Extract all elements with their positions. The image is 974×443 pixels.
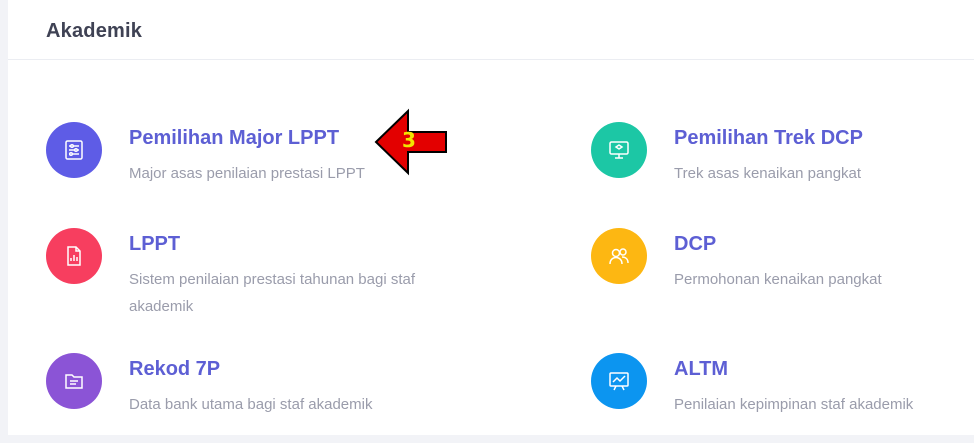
card-header: Akademik [8, 0, 974, 60]
menu-item-description: Permohonan kenaikan pangkat [674, 271, 882, 288]
menu-item-title[interactable]: Pemilihan Trek DCP [674, 127, 863, 150]
menu-item-dcp[interactable]: DCP Permohonan kenaikan pangkat [591, 228, 974, 318]
menu-item-lppt[interactable]: LPPT Sistem penilaian prestasi tahunan b… [46, 228, 486, 318]
menu-item-rekod-7p[interactable]: Rekod 7P Data bank utama bagi staf akade… [46, 353, 486, 443]
annotation-label: 3 [402, 128, 416, 152]
menu-item-description: Penilaian kepimpinan staf akademik [674, 396, 914, 413]
akademik-card: Akademik Pemilihan Major LPPT Major asas… [8, 0, 974, 435]
menu-item-title[interactable]: ALTM [674, 358, 728, 381]
monitor-icon [591, 122, 647, 178]
document-chart-icon [46, 228, 102, 284]
chart-board-icon [591, 353, 647, 409]
menu-item-title[interactable]: LPPT [129, 233, 180, 256]
menu-item-title[interactable]: Pemilihan Major LPPT [129, 127, 339, 150]
folder-icon [46, 353, 102, 409]
menu-item-pemilihan-trek-dcp[interactable]: Pemilihan Trek DCP Trek asas kenaikan pa… [591, 122, 974, 212]
section-title: Akademik [46, 20, 143, 42]
menu-item-description: Trek asas kenaikan pangkat [674, 165, 862, 182]
sliders-icon [46, 122, 102, 178]
menu-item-altm[interactable]: ALTM Penilaian kepimpinan staf akademik [591, 353, 974, 443]
users-icon [591, 228, 647, 284]
menu-item-description: Sistem penilaian prestasi tahunan bagi s… [129, 271, 416, 315]
menu-item-title[interactable]: Rekod 7P [129, 358, 220, 381]
menu-item-title[interactable]: DCP [674, 233, 716, 256]
menu-item-description: Data bank utama bagi staf akademik [129, 396, 373, 413]
